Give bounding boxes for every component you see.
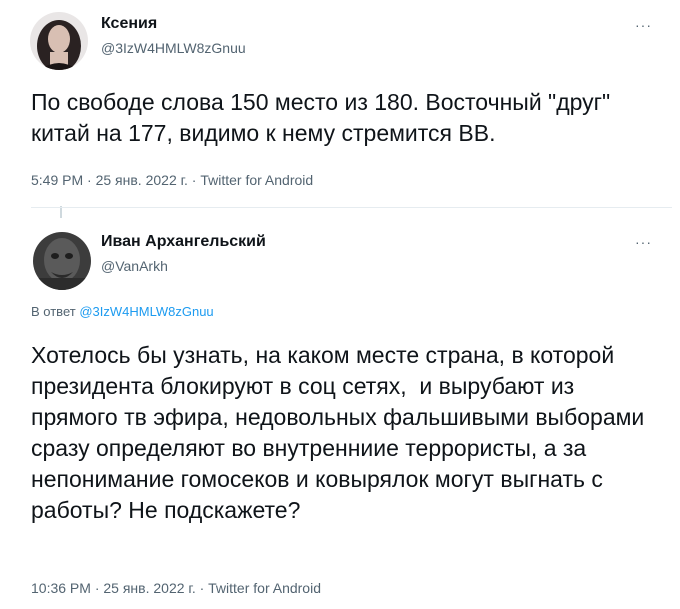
tweet-metadata: 10:36 PM · 25 янв. 2022 г. · Twitter for… — [31, 580, 321, 596]
tweet-2: Иван Архангельский @VanArkh ··· В ответ … — [0, 214, 680, 609]
tweet-text: По свободе слова 150 место из 180. Восто… — [31, 89, 617, 146]
avatar[interactable] — [30, 12, 88, 70]
avatar-image — [33, 232, 91, 290]
more-options-icon[interactable]: ··· — [635, 234, 652, 250]
tweet-metadata: 5:49 PM · 25 янв. 2022 г. · Twitter for … — [31, 172, 313, 188]
tweet-1: Ксения @3IzW4HMLW8zGnuu ··· По свободе с… — [0, 0, 680, 218]
tweet-time[interactable]: 10:36 PM — [31, 580, 91, 596]
more-options-icon[interactable]: ··· — [635, 17, 652, 33]
avatar[interactable] — [33, 232, 91, 290]
separator: · — [191, 172, 197, 188]
separator: · — [87, 172, 92, 188]
reply-handle-link[interactable]: @3IzW4HMLW8zGnuu — [79, 304, 213, 319]
separator: · — [199, 580, 205, 596]
author-name[interactable]: Ксения — [101, 15, 157, 33]
author-handle[interactable]: @3IzW4HMLW8zGnuu — [101, 40, 246, 56]
author-name[interactable]: Иван Архангельский — [101, 233, 266, 251]
reply-to: В ответ @3IzW4HMLW8zGnuu — [31, 304, 214, 319]
separator: · — [94, 580, 100, 596]
tweet-source[interactable]: Twitter for Android — [208, 580, 321, 596]
tweet-source[interactable]: Twitter for Android — [200, 172, 313, 188]
reply-prefix: В ответ — [31, 304, 76, 319]
tweet-date[interactable]: 25 янв. 2022 г. — [96, 172, 188, 188]
tweet-date[interactable]: 25 янв. 2022 г. — [103, 580, 195, 596]
tweet-time[interactable]: 5:49 PM — [31, 172, 83, 188]
author-handle[interactable]: @VanArkh — [101, 258, 168, 274]
tweet-text: Хотелось бы узнать, на каком месте стран… — [31, 342, 651, 523]
divider — [31, 207, 672, 208]
avatar-image — [30, 12, 88, 70]
